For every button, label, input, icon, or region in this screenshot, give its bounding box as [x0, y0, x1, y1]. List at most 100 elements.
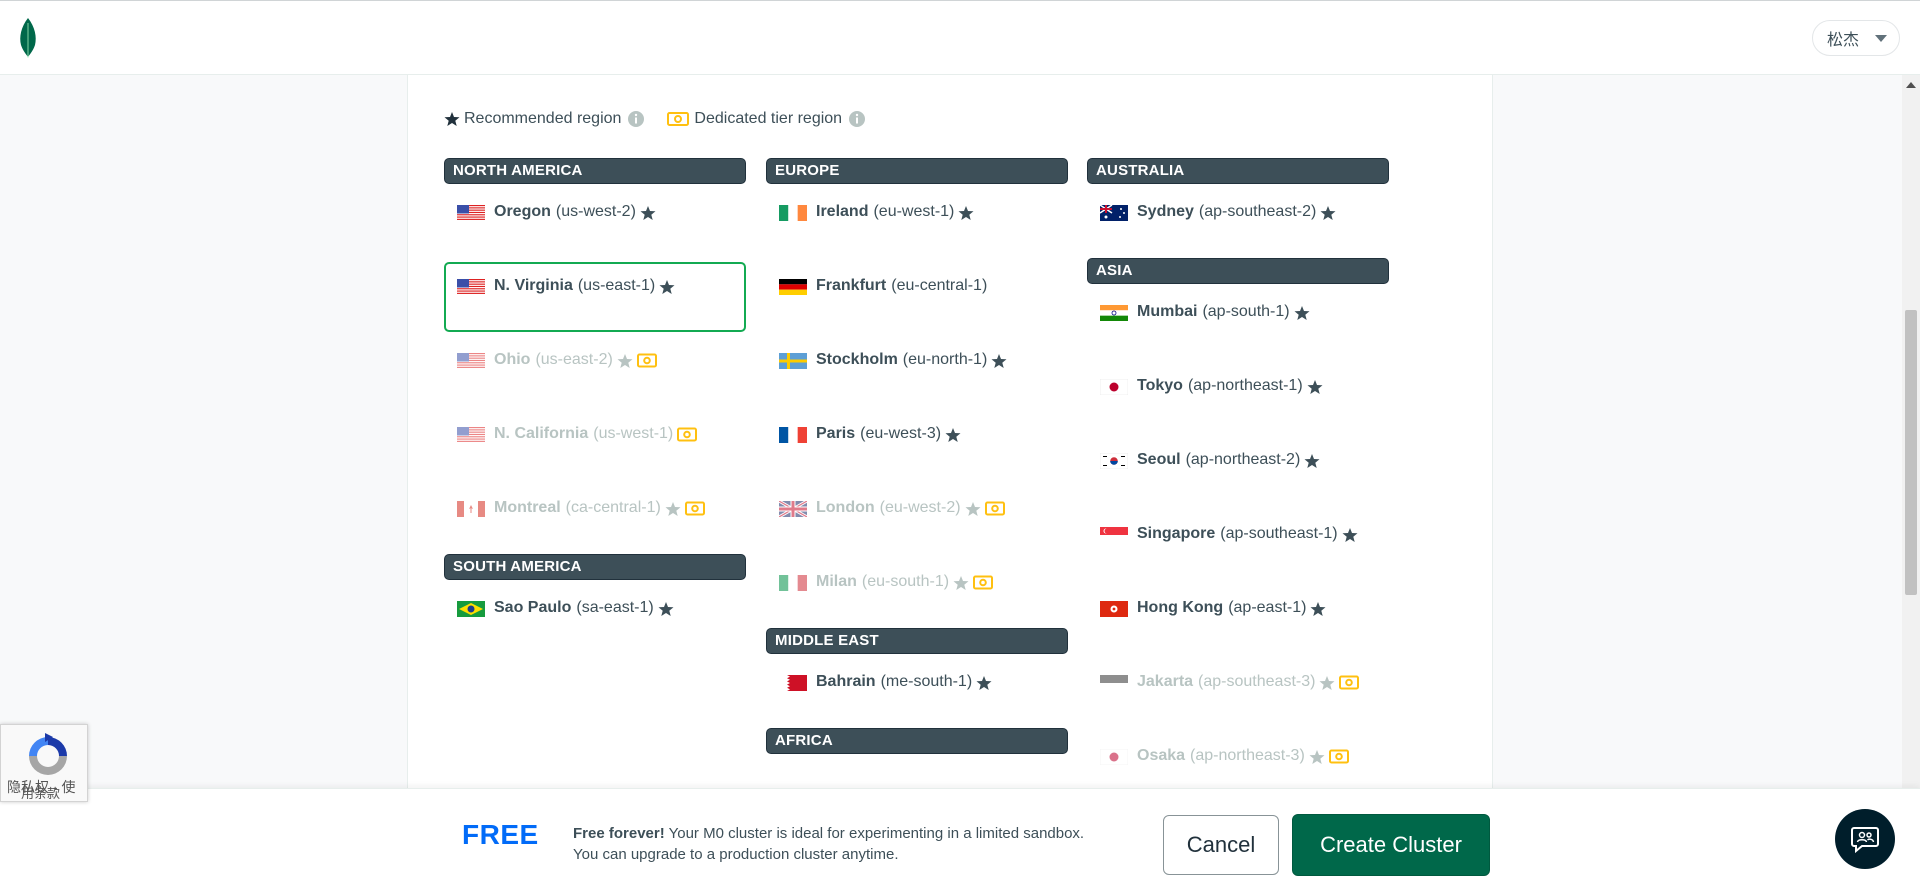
region-option: London (eu-west-2)	[766, 484, 1068, 554]
region-option[interactable]: Ireland (eu-west-1)	[766, 188, 1068, 258]
star-icon	[991, 354, 1007, 368]
region-option: Ohio (us-east-2)	[444, 336, 746, 406]
legend-dedicated-label: Dedicated tier region	[694, 110, 843, 127]
star-icon	[953, 576, 969, 590]
region-option[interactable]: Sydney (ap-southeast-2)	[1087, 188, 1389, 258]
legend-recommended: Recommended region	[444, 110, 645, 128]
flag-gb-icon	[779, 501, 807, 517]
flag-ie-icon	[779, 205, 807, 221]
region-code: (ap-southeast-1)	[1220, 525, 1338, 542]
region-code: (eu-central-1)	[891, 277, 988, 294]
region-name: Ireland	[816, 203, 869, 220]
region-option[interactable]: Seoul (ap-northeast-2)	[1087, 436, 1389, 506]
region-name: N. Virginia	[494, 277, 573, 294]
mongodb-leaf-icon[interactable]	[16, 17, 40, 59]
region-code: (eu-west-2)	[879, 499, 961, 516]
star-icon	[640, 206, 656, 220]
recaptcha-terms-link[interactable]: 用条款	[21, 787, 60, 801]
star-icon	[965, 502, 981, 516]
region-group-header: NORTH AMERICA	[444, 158, 746, 184]
region-option[interactable]: Stockholm (eu-north-1)	[766, 336, 1068, 406]
region-option[interactable]: Hong Kong (ap-east-1)	[1087, 584, 1389, 654]
legend-dedicated: Dedicated tier region	[667, 110, 866, 128]
region-name: Sao Paulo	[494, 599, 572, 616]
star-icon	[958, 206, 974, 220]
region-name: Paris	[816, 425, 856, 442]
region-name: Hong Kong	[1137, 599, 1224, 616]
region-code: (sa-east-1)	[576, 599, 654, 616]
region-group-header: AUSTRALIA	[1087, 158, 1389, 184]
star-icon	[945, 428, 961, 442]
dedicated-tier-money-icon	[1339, 675, 1360, 690]
region-option[interactable]: N. Virginia (us-east-1)	[444, 262, 746, 332]
tier-label: FREE	[462, 819, 539, 850]
info-icon[interactable]	[627, 110, 645, 128]
region-code: (ap-northeast-3)	[1190, 747, 1305, 764]
flag-ca-icon	[457, 501, 485, 517]
region-name: Ohio	[494, 351, 531, 368]
region-code: (us-west-2)	[555, 203, 636, 220]
region-code: (us-east-2)	[535, 351, 613, 368]
region-name: Oregon	[494, 203, 551, 220]
region-name: N. California	[494, 425, 589, 442]
region-code: (ap-south-1)	[1202, 303, 1290, 320]
region-option[interactable]: Paris (eu-west-3)	[766, 410, 1068, 480]
region-code: (eu-west-3)	[860, 425, 942, 442]
info-icon[interactable]	[848, 110, 866, 128]
flag-kr-icon	[1100, 453, 1128, 469]
scroll-up-arrow-icon[interactable]	[1906, 82, 1916, 88]
region-name: Milan	[816, 573, 857, 590]
recaptcha-badge[interactable]: 隐私权 - 使 用条款	[0, 724, 88, 802]
region-code: (eu-south-1)	[861, 573, 950, 590]
cluster-footer-bar: FREE Free forever! Your M0 cluster is id…	[0, 788, 1920, 893]
region-code: (ap-northeast-1)	[1187, 377, 1303, 394]
region-name: Osaka	[1137, 747, 1186, 764]
user-name: 松杰	[1827, 32, 1860, 49]
dedicated-tier-money-icon	[1328, 749, 1349, 764]
region-option[interactable]: Mumbai (ap-south-1)	[1087, 288, 1389, 358]
flag-sg-icon	[1100, 527, 1128, 543]
flag-it-icon	[779, 575, 807, 591]
region-group-header: MIDDLE EAST	[766, 628, 1068, 654]
region-option: Jakarta (ap-southeast-3)	[1087, 658, 1389, 728]
dedicated-tier-money-icon	[973, 575, 994, 590]
region-code: (eu-west-1)	[873, 203, 955, 220]
flag-us-icon	[457, 427, 485, 443]
region-name: Stockholm	[816, 351, 898, 368]
region-option[interactable]: Frankfurt (eu-central-1)	[766, 262, 1068, 332]
star-icon	[1319, 676, 1335, 690]
chevron-down-icon	[1875, 34, 1888, 42]
create-cluster-button[interactable]: Create Cluster	[1292, 814, 1490, 876]
flag-id-icon	[1100, 675, 1128, 691]
page-scrollbar[interactable]	[1902, 75, 1920, 790]
region-option[interactable]: Sao Paulo (sa-east-1)	[444, 584, 746, 654]
top-header: 松杰	[0, 0, 1920, 75]
region-option: Montreal (ca-central-1)	[444, 484, 746, 554]
region-name: Montreal	[494, 499, 561, 516]
flag-fr-icon	[779, 427, 807, 443]
region-name: Mumbai	[1137, 303, 1198, 320]
star-icon	[1309, 750, 1325, 764]
cancel-button[interactable]: Cancel	[1163, 815, 1279, 875]
region-name: Frankfurt	[816, 277, 887, 294]
region-group-header: EUROPE	[766, 158, 1068, 184]
flag-bh-icon	[779, 675, 807, 691]
chat-icon	[1851, 827, 1879, 853]
region-group-header: ASIA	[1087, 258, 1389, 284]
region-code: (ap-east-1)	[1228, 599, 1307, 616]
region-option[interactable]: Tokyo (ap-northeast-1)	[1087, 362, 1389, 432]
star-icon	[617, 354, 633, 368]
scroll-thumb[interactable]	[1905, 310, 1917, 595]
chat-support-button[interactable]	[1835, 809, 1895, 869]
star-icon	[444, 112, 460, 126]
region-option[interactable]: Bahrain (me-south-1)	[766, 658, 1068, 728]
star-icon	[1320, 206, 1336, 220]
legend-recommended-label: Recommended region	[464, 110, 622, 127]
flag-se-icon	[779, 353, 807, 369]
region-option[interactable]: Singapore (ap-southeast-1)	[1087, 510, 1389, 580]
region-option[interactable]: Oregon (us-west-2)	[444, 188, 746, 258]
star-icon	[1310, 602, 1326, 616]
flag-jp-icon	[1100, 379, 1128, 395]
star-icon	[659, 280, 675, 294]
user-menu-button[interactable]: 松杰	[1812, 20, 1900, 56]
